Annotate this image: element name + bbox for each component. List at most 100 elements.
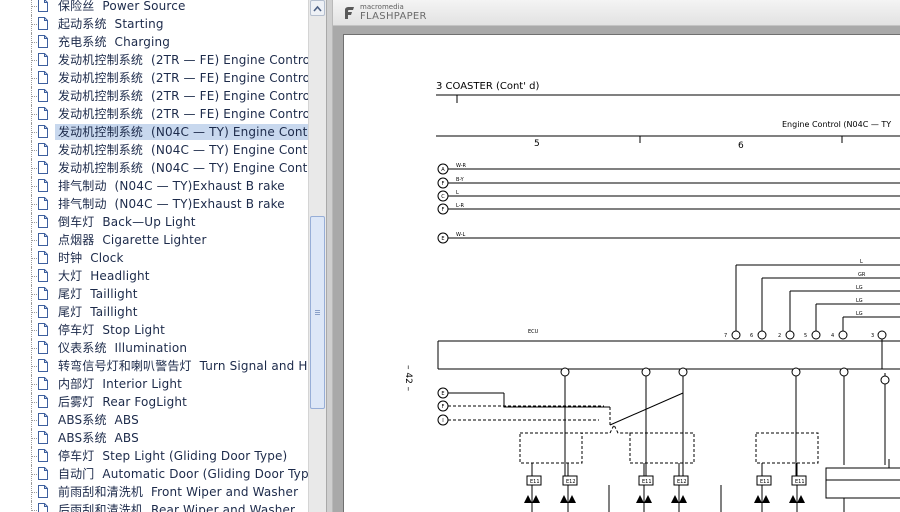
- document-icon: [38, 161, 48, 174]
- flashpaper-logo-icon: [345, 7, 354, 19]
- bookmark-item[interactable]: 发动机控制系统 (2TR — FE) Engine Control: [0, 51, 308, 69]
- bookmark-item[interactable]: 发动机控制系统 (N04C — TY) Engine Contro: [0, 159, 308, 177]
- bookmark-item[interactable]: 后雨刮和清洗机 Rear Wiper and Washer: [0, 501, 308, 512]
- bookmark-item[interactable]: 起动系统 Starting: [0, 15, 308, 33]
- bookmark-item[interactable]: 发动机控制系统 (N04C — TY) Engine Contro: [0, 141, 308, 159]
- bookmark-item[interactable]: 排气制动 (N04C — TY)Exhaust B rake: [0, 177, 308, 195]
- tree-branch-line: [31, 402, 37, 403]
- connector-label: C: [441, 194, 445, 200]
- bookmark-label-en: (N04C — TY) Engine Contro: [151, 143, 308, 157]
- bookmark-label: 发动机控制系统 (N04C — TY) Engine Contro: [55, 142, 308, 158]
- bookmark-item[interactable]: 内部灯 Interior Light: [0, 375, 308, 393]
- bookmark-label-cn: 发动机控制系统: [58, 143, 144, 157]
- bookmark-label: 排气制动 (N04C — TY)Exhaust B rake: [55, 196, 288, 212]
- bookmark-item[interactable]: 停车灯 Step Light (Gliding Door Type): [0, 447, 308, 465]
- bookmark-label-en: Taillight: [90, 305, 138, 319]
- bookmark-item[interactable]: 转弯信号灯和喇叭警告灯 Turn Signal and Ha: [0, 357, 308, 375]
- bookmark-item[interactable]: 发动机控制系统 (2TR — FE) Engine Control: [0, 87, 308, 105]
- viewer-toolbar: macromedia FLASHPAPER: [333, 0, 900, 26]
- bookmark-item[interactable]: 发动机控制系统 (2TR — FE) Engine Control: [0, 69, 308, 87]
- bookmark-label-cn: 充电系统: [58, 35, 107, 49]
- component-code: E12: [566, 479, 576, 485]
- tree-branch-line: [31, 186, 37, 187]
- bookmark-item[interactable]: 发动机控制系统 (N04C — TY) Engine Contro: [0, 123, 308, 141]
- bookmark-label-en: Power Source: [102, 0, 186, 13]
- document-icon: [38, 503, 48, 512]
- column-number: 6: [738, 141, 744, 151]
- bookmark-item[interactable]: 排气制动 (N04C — TY)Exhaust B rake: [0, 195, 308, 213]
- bookmark-label-en: Starting: [114, 17, 164, 31]
- bookmark-item[interactable]: 充电系统 Charging: [0, 33, 308, 51]
- tree-branch-line: [31, 222, 37, 223]
- scroll-thumb[interactable]: [310, 216, 325, 409]
- bookmark-item[interactable]: ABS系统 ABS: [0, 429, 308, 447]
- bookmark-label-en: Headlight: [90, 269, 150, 283]
- wire-code: LG: [856, 298, 863, 304]
- bookmark-label-en: Step Light (Gliding Door Type): [102, 449, 288, 463]
- tree-branch-line: [31, 474, 37, 475]
- document-icon: [38, 179, 48, 192]
- pin-number: 4: [831, 333, 834, 339]
- document-icon: [38, 305, 48, 318]
- bookmark-item[interactable]: 仪表系统 Illumination: [0, 339, 308, 357]
- bookmark-label-en: (2TR — FE) Engine Control: [151, 89, 308, 103]
- bookmark-label-cn: 停车灯: [58, 323, 95, 337]
- connector-label: I: [442, 418, 443, 424]
- tree-branch-line: [31, 438, 37, 439]
- bookmark-label: 停车灯 Step Light (Gliding Door Type): [55, 448, 290, 464]
- tree-branch-line: [31, 60, 37, 61]
- bookmark-label-en: Turn Signal and Ha: [199, 359, 308, 373]
- pane-splitter[interactable]: [326, 0, 333, 512]
- pin-number: 6: [750, 333, 753, 339]
- bookmark-label-en: Illumination: [114, 341, 188, 355]
- bookmark-item[interactable]: 后雾灯 Rear FogLight: [0, 393, 308, 411]
- wire-code: L: [456, 190, 459, 196]
- document-icon: [38, 413, 48, 426]
- bookmark-item[interactable]: 大灯 Headlight: [0, 267, 308, 285]
- bookmark-item[interactable]: ABS系统 ABS: [0, 411, 308, 429]
- connector-label: F: [442, 404, 445, 410]
- component-code: E11: [760, 479, 770, 485]
- bookmark-label-en: Charging: [114, 35, 170, 49]
- bookmark-label-en: Taillight: [90, 287, 138, 301]
- tree-branch-line: [31, 312, 37, 313]
- tree-branch-line: [31, 132, 37, 133]
- bookmark-item[interactable]: 发动机控制系统 (2TR — FE) Engine Control: [0, 105, 308, 123]
- bookmark-label: 仪表系统 Illumination: [55, 340, 190, 356]
- tree-branch-line: [31, 348, 37, 349]
- bookmark-label: 倒车灯 Back—Up Light: [55, 214, 199, 230]
- bookmark-item[interactable]: 前雨刮和清洗机 Front Wiper and Washer: [0, 483, 308, 501]
- tree-branch-line: [31, 294, 37, 295]
- bookmark-label-cn: ABS系统: [58, 431, 107, 445]
- scroll-up-button[interactable]: [310, 0, 325, 16]
- bookmark-label: 起动系统 Starting: [55, 16, 167, 32]
- bookmark-item[interactable]: 停车灯 Stop Light: [0, 321, 308, 339]
- bookmark-label: 发动机控制系统 (2TR — FE) Engine Control: [55, 88, 308, 104]
- bookmark-item[interactable]: 尾灯 Taillight: [0, 303, 308, 321]
- document-icon: [38, 359, 48, 372]
- bookmark-label-cn: 排气制动: [58, 197, 107, 211]
- bookmark-item[interactable]: 点烟器 Cigarette Lighter: [0, 231, 308, 249]
- document-icon: [38, 467, 48, 480]
- document-icon: [38, 431, 48, 444]
- document-icon: [38, 323, 48, 336]
- tree-scrollbar[interactable]: [308, 0, 326, 512]
- diagram-subtitle: Engine Control (N04C — TY: [782, 120, 891, 129]
- bookmark-label-cn: 大灯: [58, 269, 83, 283]
- bookmark-label-en: Interior Light: [102, 377, 183, 391]
- thumb-grip: [315, 310, 320, 311]
- bookmark-item[interactable]: 保险丝 Power Source: [0, 0, 308, 15]
- document-icon: [38, 233, 48, 246]
- bookmark-item[interactable]: 时钟 Clock: [0, 249, 308, 267]
- bookmark-item[interactable]: 自动门 Automatic Door (Gliding Door Type): [0, 465, 308, 483]
- bookmark-label-cn: 发动机控制系统: [58, 53, 144, 67]
- bookmark-item[interactable]: 倒车灯 Back—Up Light: [0, 213, 308, 231]
- tree-branch-line: [31, 6, 37, 7]
- document-icon: [38, 395, 48, 408]
- bookmark-item[interactable]: 尾灯 Taillight: [0, 285, 308, 303]
- bookmark-label: 时钟 Clock: [55, 250, 127, 266]
- bookmark-label-cn: 排气制动: [58, 179, 107, 193]
- bookmark-label: 自动门 Automatic Door (Gliding Door Type): [55, 466, 308, 482]
- tree-branch-line: [31, 258, 37, 259]
- bookmark-label: ABS系统 ABS: [55, 430, 142, 446]
